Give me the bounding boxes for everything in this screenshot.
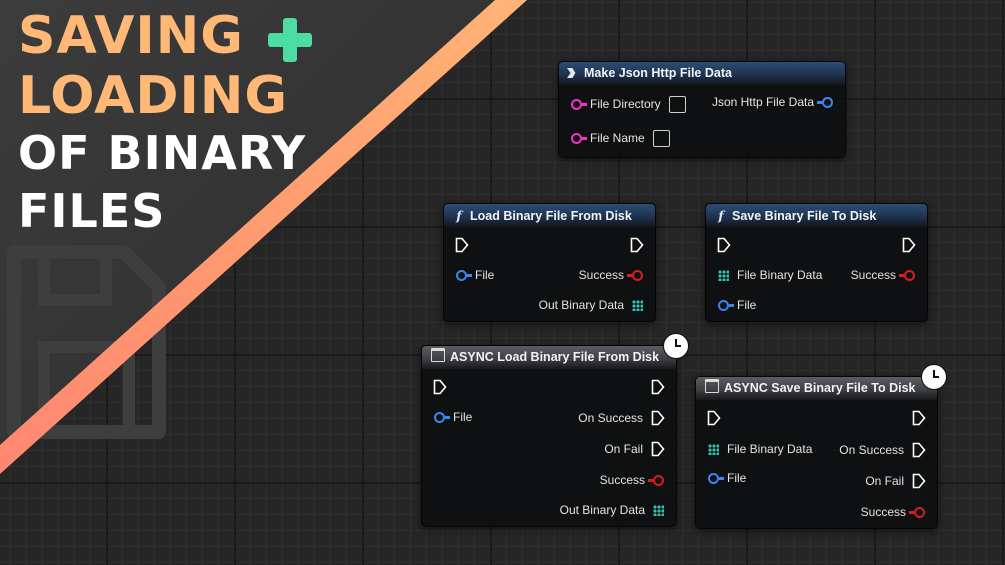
pin-label: Success (599, 473, 645, 487)
exec-out-pin-icon[interactable] (912, 410, 926, 426)
pin-on-success[interactable]: On Success (839, 441, 926, 459)
byte-array-pin-icon[interactable] (708, 443, 719, 455)
string-pin-icon[interactable] (571, 98, 587, 110)
exec-in-pin-icon[interactable] (433, 379, 447, 395)
pin-label: On Fail (865, 474, 904, 488)
node-title: Make Json Http File Data (584, 66, 732, 80)
async-macro-icon (705, 379, 719, 393)
byte-array-pin-icon[interactable] (718, 269, 729, 281)
node-header[interactable]: ASYNC Load Binary File From Disk (422, 346, 676, 369)
pin-on-fail[interactable]: On Fail (604, 440, 665, 458)
pin-on-fail[interactable]: On Fail (865, 472, 926, 490)
node-header[interactable]: ASYNC Save Binary File To Disk (696, 377, 937, 400)
pin-on-success[interactable]: On Success (578, 409, 665, 427)
pin-out-binary-data[interactable]: Out Binary Data (560, 501, 664, 519)
pin-label: On Fail (604, 442, 643, 456)
pin-file[interactable]: File (708, 469, 746, 487)
pin-label: File (453, 410, 473, 424)
boolean-pin-icon[interactable] (909, 506, 925, 518)
exec-out-pin-icon[interactable] (630, 237, 644, 253)
node-header[interactable]: f Save Binary File To Disk (706, 204, 927, 227)
object-pin-icon[interactable] (456, 269, 472, 281)
node-async-save-binary-file-to-disk[interactable]: ASYNC Save Binary File To Disk File Bina… (695, 376, 938, 529)
function-icon: f (718, 208, 724, 223)
exec-in-pin-icon[interactable] (455, 237, 469, 253)
pin-label: File Binary Data (737, 268, 823, 282)
boolean-pin-icon[interactable] (899, 269, 915, 281)
pin-label: File (737, 298, 757, 312)
node-make-json-http-file-data[interactable]: Make Json Http File Data File Directory … (558, 61, 846, 158)
exec-out-pin-icon[interactable] (912, 473, 926, 489)
object-pin-icon[interactable] (817, 96, 833, 108)
exec-out-pin-icon[interactable] (912, 442, 926, 458)
node-header[interactable]: Make Json Http File Data (559, 62, 845, 85)
node-title: Save Binary File To Disk (732, 209, 877, 223)
struct-make-icon (567, 68, 576, 78)
function-icon: f (456, 208, 462, 223)
pin-label: File Name (590, 131, 645, 145)
object-pin-icon[interactable] (718, 299, 734, 311)
title-loading: LOADING (18, 66, 289, 126)
pin-json-http-file-data[interactable]: Json Http File Data (712, 93, 833, 111)
plus-icon (266, 16, 314, 64)
string-pin-icon[interactable] (571, 132, 587, 144)
pin-file-directory[interactable]: File Directory (571, 95, 686, 113)
pin-label: Json Http File Data (711, 95, 814, 109)
pin-label: On Success (839, 443, 904, 457)
exec-out-pin-icon[interactable] (902, 237, 916, 253)
exec-out-pin-icon[interactable] (651, 379, 665, 395)
node-async-load-binary-file-from-disk[interactable]: ASYNC Load Binary File From Disk File On… (421, 345, 677, 527)
node-title: ASYNC Save Binary File To Disk (724, 381, 916, 395)
title-of-binary: OF BINARY (18, 126, 307, 180)
title-saving: SAVING (18, 6, 244, 66)
pin-file-binary-data[interactable]: File Binary Data (718, 266, 822, 284)
pin-out-binary-data[interactable]: Out Binary Data (539, 296, 643, 314)
file-directory-input[interactable] (668, 95, 686, 113)
latent-clock-icon (921, 364, 947, 390)
pin-success[interactable]: Success (600, 471, 664, 489)
pin-label: File (727, 471, 747, 485)
pin-label: File (475, 268, 495, 282)
boolean-pin-icon[interactable] (627, 269, 643, 281)
pin-label: Out Binary Data (559, 503, 645, 517)
pin-label: Success (850, 268, 896, 282)
pin-success[interactable]: Success (579, 266, 643, 284)
latent-clock-icon (663, 333, 689, 359)
node-load-binary-file-from-disk[interactable]: f Load Binary File From Disk File Success… (443, 203, 656, 322)
boolean-pin-icon[interactable] (648, 474, 664, 486)
pin-file-name[interactable]: File Name (571, 129, 670, 147)
file-name-input[interactable] (652, 129, 670, 147)
object-pin-icon[interactable] (708, 472, 724, 484)
pin-file-binary-data[interactable]: File Binary Data (708, 440, 812, 458)
floppy-disk-icon (7, 245, 166, 439)
node-save-binary-file-to-disk[interactable]: f Save Binary File To Disk File Binary Da… (705, 203, 928, 322)
exec-in-pin-icon[interactable] (717, 237, 731, 253)
title-files: FILES (18, 184, 166, 238)
async-macro-icon (431, 348, 445, 362)
pin-file[interactable]: File (456, 266, 494, 284)
pin-label: Success (860, 505, 906, 519)
byte-array-pin-icon[interactable] (653, 504, 664, 516)
pin-file[interactable]: File (434, 408, 472, 426)
node-header[interactable]: f Load Binary File From Disk (444, 204, 655, 227)
pin-success[interactable]: Success (861, 503, 925, 521)
pin-label: Success (578, 268, 624, 282)
pin-success[interactable]: Success (851, 266, 915, 284)
pin-label: File Binary Data (727, 442, 813, 456)
exec-in-pin-icon[interactable] (707, 410, 721, 426)
pin-label: File Directory (590, 97, 661, 111)
exec-out-pin-icon[interactable] (651, 410, 665, 426)
pin-label: On Success (578, 411, 643, 425)
node-title: Load Binary File From Disk (470, 209, 632, 223)
exec-out-pin-icon[interactable] (651, 441, 665, 457)
node-title: ASYNC Load Binary File From Disk (450, 350, 660, 364)
byte-array-pin-icon[interactable] (632, 299, 643, 311)
object-pin-icon[interactable] (434, 411, 450, 423)
pin-file[interactable]: File (718, 296, 756, 314)
pin-label: Out Binary Data (538, 298, 624, 312)
